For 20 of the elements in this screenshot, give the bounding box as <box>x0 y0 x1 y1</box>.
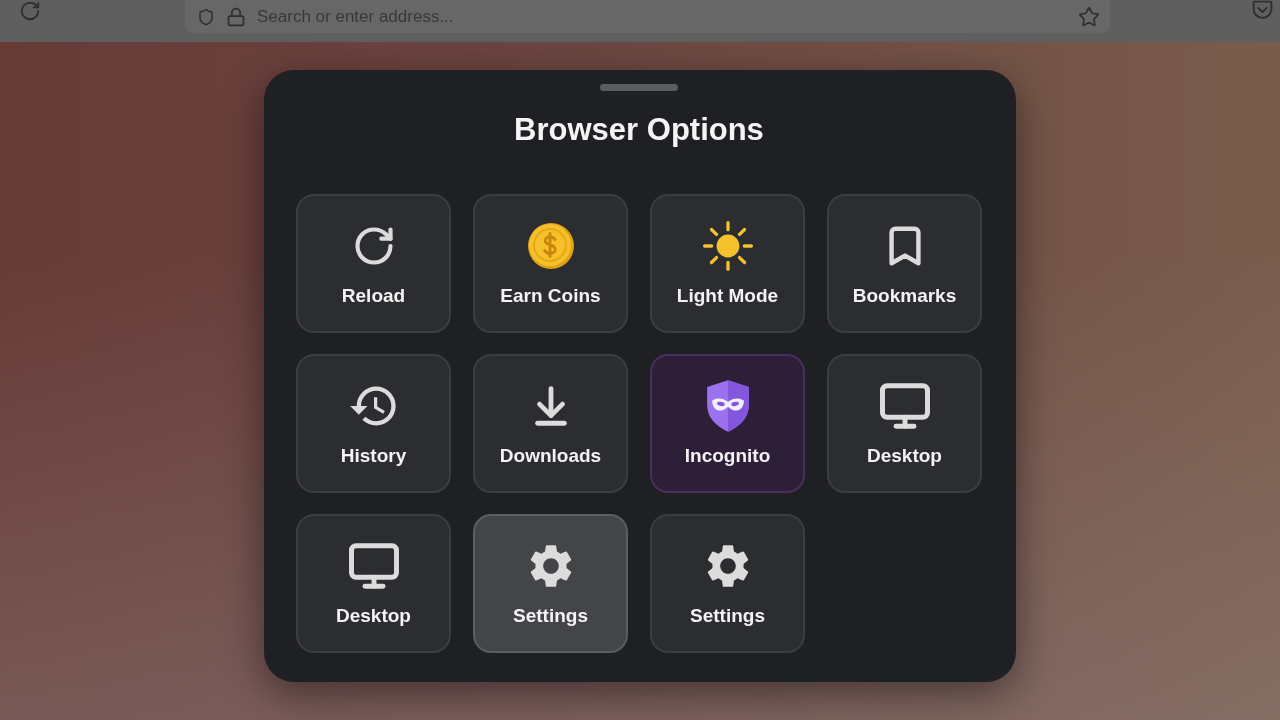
chevron-shield-icon[interactable] <box>1252 0 1273 21</box>
option-button[interactable]: Settings <box>650 514 805 653</box>
option-button[interactable]: Settings <box>473 514 628 653</box>
option-button[interactable]: Incognito <box>650 354 805 493</box>
coin-icon <box>526 222 575 270</box>
shield-icon[interactable] <box>197 7 215 26</box>
lock-icon[interactable] <box>226 6 246 27</box>
option-button[interactable]: Bookmarks <box>827 194 982 333</box>
star-icon[interactable] <box>1078 5 1100 28</box>
option-button[interactable]: Earn Coins <box>473 194 628 333</box>
option-button[interactable]: Light Mode <box>650 194 805 333</box>
option-button[interactable]: Desktop <box>296 514 451 653</box>
sun-icon <box>702 221 753 271</box>
option-button[interactable]: Desktop <box>827 354 982 493</box>
option-button[interactable]: History <box>296 354 451 493</box>
option-button[interactable]: Downloads <box>473 354 628 493</box>
drag-handle[interactable] <box>600 84 678 91</box>
sheet-title: Browser Options <box>514 111 764 149</box>
option-button[interactable]: Reload <box>296 194 451 333</box>
reload-icon[interactable] <box>19 0 41 22</box>
